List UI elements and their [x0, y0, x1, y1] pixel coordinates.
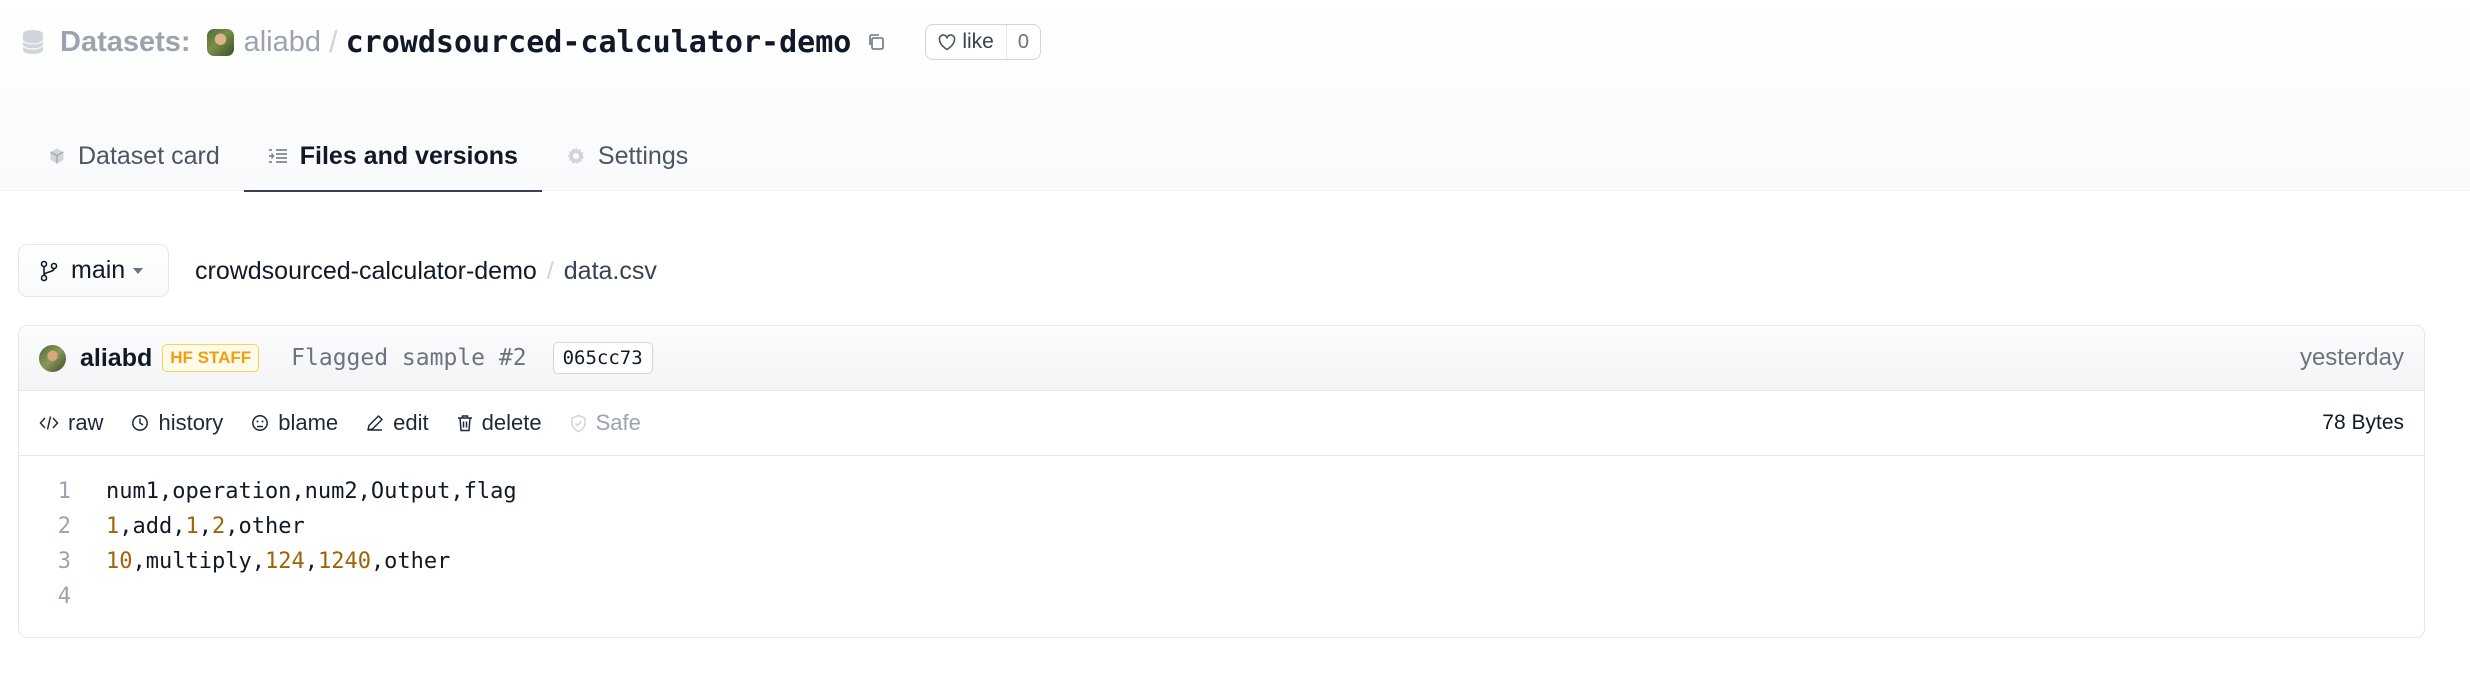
number-token: 10 [106, 549, 133, 574]
tab-label: Settings [597, 141, 689, 170]
code-line: 3 10,multiply,124,1240,other [19, 544, 2424, 579]
clock-icon [132, 415, 149, 431]
commit-author[interactable]: aliabd [80, 344, 152, 373]
repo-tabs: Dataset card Files and versions Settings [24, 120, 712, 192]
repo-header: Datasets: aliabd / crowdsourced-calculat… [0, 0, 2470, 192]
author-avatar[interactable] [39, 344, 66, 372]
tab-dataset-card[interactable]: Dataset card [24, 120, 244, 192]
commit-message[interactable]: Flagged sample #2 [291, 345, 526, 371]
line-content: 1,add,1,2,other [71, 514, 305, 539]
staff-badge: HF STAFF [162, 344, 260, 372]
shield-check-icon [570, 414, 586, 432]
pencil-icon [367, 415, 383, 431]
code-view: 1 num1,operation,num2,Output,flag 2 1,add,1… [19, 456, 2424, 614]
database-icon [22, 29, 44, 55]
text-token: , [304, 549, 318, 574]
breadcrumb-repo-link[interactable]: crowdsourced-calculator-demo [195, 257, 537, 286]
history-button[interactable]: history [131, 410, 223, 436]
tab-settings[interactable]: Settings [542, 120, 712, 192]
branch-selector[interactable]: main [18, 244, 169, 297]
repo-name-link[interactable]: crowdsourced-calculator-demo [346, 25, 852, 60]
copy-icon[interactable] [863, 29, 889, 55]
line-number[interactable]: 1 [19, 479, 71, 504]
action-label: edit [393, 410, 429, 435]
blame-button[interactable]: blame [251, 410, 338, 436]
gear-icon [567, 147, 584, 165]
like-button[interactable]: like [926, 25, 1006, 59]
raw-button[interactable]: raw [39, 410, 103, 436]
trash-icon [457, 415, 472, 432]
like-count[interactable]: 0 [1005, 25, 1040, 59]
action-label: delete [481, 410, 542, 435]
git-branch-icon [40, 260, 58, 281]
number-token: 1 [106, 514, 120, 539]
owner-link[interactable]: aliabd [244, 26, 321, 59]
number-token: 2 [211, 514, 226, 539]
section-label[interactable]: Datasets: [60, 26, 191, 59]
number-token: 124 [264, 549, 305, 574]
blame-icon [252, 415, 269, 431]
heart-icon [939, 33, 956, 50]
breadcrumb-separator: / [546, 256, 554, 285]
tab-files-and-versions[interactable]: Files and versions [243, 120, 543, 192]
file-viewer: aliabd HF STAFF Flagged sample #2 065cc7… [18, 325, 2425, 638]
text-token: ,multiply, [132, 549, 265, 574]
code-line: 1 num1,operation,num2,Output,flag [19, 474, 2424, 509]
number-token: 1240 [317, 549, 371, 574]
number-token: 1 [185, 514, 199, 539]
like-label: like [962, 30, 994, 53]
file-actions-bar: raw history blame edit delete Safe 78 By… [19, 391, 2424, 456]
line-number[interactable]: 4 [19, 584, 71, 609]
last-commit-bar: aliabd HF STAFF Flagged sample #2 065cc7… [19, 326, 2424, 391]
text-token: ,other [225, 514, 305, 539]
action-label: raw [68, 410, 104, 435]
commit-time: yesterday [2299, 344, 2404, 371]
owner-avatar[interactable] [206, 28, 234, 56]
line-content: 10,multiply,124,1240,other [71, 549, 450, 574]
branch-name: main [71, 256, 126, 284]
line-number[interactable]: 3 [19, 549, 71, 574]
edit-button[interactable]: edit [366, 410, 429, 436]
commit-hash[interactable]: 065cc73 [552, 342, 653, 374]
action-label: history [158, 410, 224, 435]
action-label: blame [278, 410, 339, 435]
text-token: ,add, [119, 514, 186, 539]
text-token: , [198, 514, 212, 539]
breadcrumb-file: data.csv [563, 256, 657, 285]
code-icon [39, 416, 59, 430]
path-separator: / [328, 24, 338, 59]
text-token: num1,operation,num2,Output,flag [106, 479, 517, 504]
repo-title-row: Datasets: aliabd / crowdsourced-calculat… [22, 22, 1041, 62]
code-line: 4 [19, 579, 2424, 614]
file-size: 78 Bytes [2322, 411, 2404, 434]
action-label: Safe [595, 410, 641, 435]
safe-status: Safe [570, 410, 641, 436]
code-line: 2 1,add,1,2,other [19, 509, 2424, 544]
dataset-card-icon [50, 148, 64, 164]
caret-down-icon [133, 267, 144, 274]
tab-label: Dataset card [78, 141, 220, 170]
text-token: ,other [370, 549, 451, 574]
delete-button[interactable]: delete [457, 410, 542, 436]
line-content: num1,operation,num2,Output,flag [71, 479, 517, 504]
file-breadcrumb: crowdsourced-calculator-demo / data.csv [195, 252, 657, 290]
files-icon [268, 149, 287, 163]
like-group: like 0 [925, 24, 1041, 60]
tab-label: Files and versions [299, 141, 518, 170]
line-number[interactable]: 2 [19, 514, 71, 539]
